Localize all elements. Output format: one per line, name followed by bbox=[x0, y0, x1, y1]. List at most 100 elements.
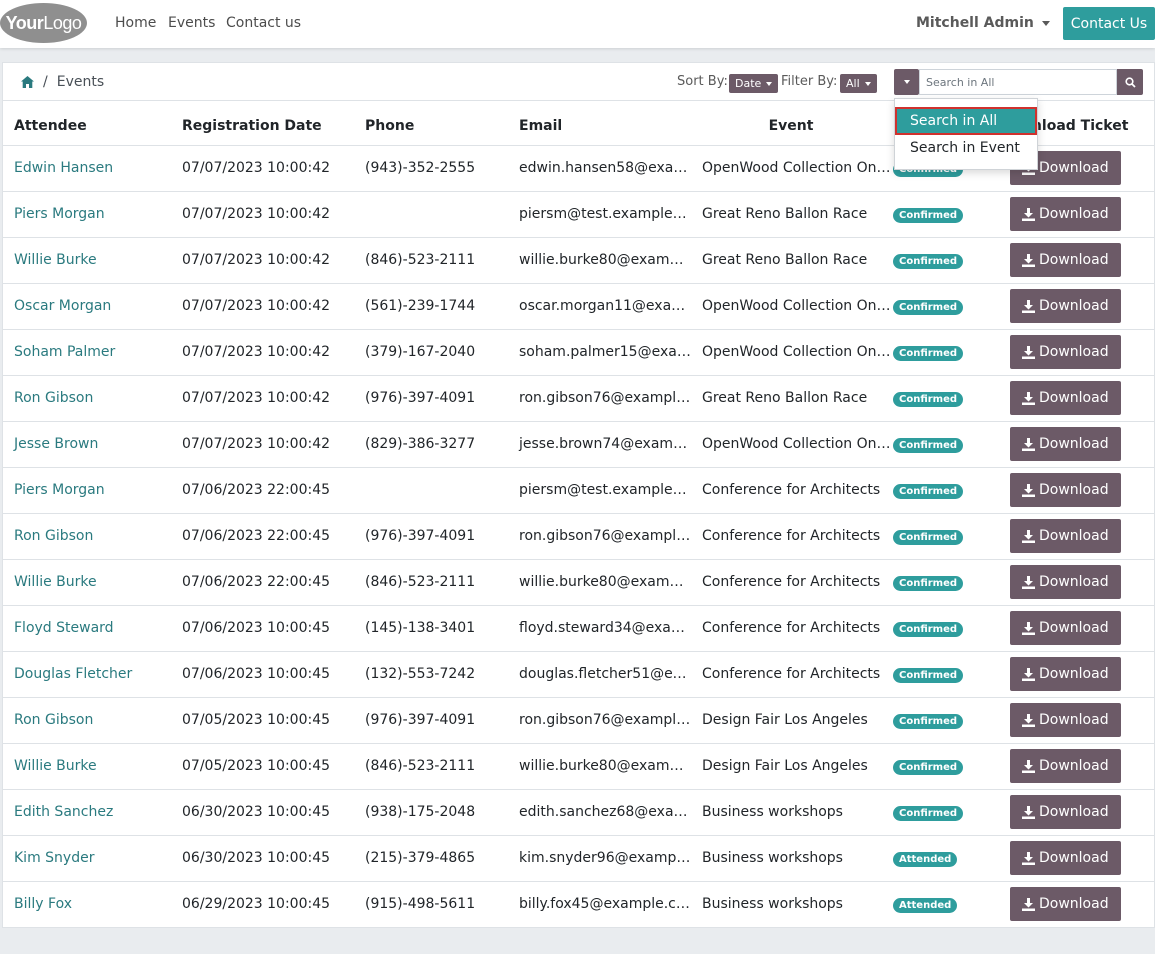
download-button[interactable]: Download bbox=[1010, 795, 1121, 829]
attendee-link[interactable]: Edith Sanchez bbox=[14, 804, 113, 820]
search-button[interactable] bbox=[1117, 69, 1143, 95]
email-cell: douglas.fletcher51@example.com bbox=[508, 651, 691, 698]
email-cell: ron.gibson76@example.com bbox=[508, 513, 691, 560]
attendee-link[interactable]: Billy Fox bbox=[14, 896, 72, 912]
attendee-cell: Willie Burke bbox=[3, 237, 171, 284]
menu-item-search-in-all[interactable]: Search in All bbox=[895, 107, 1037, 135]
attendee-link[interactable]: Willie Burke bbox=[14, 758, 97, 774]
status-badge: Confirmed bbox=[893, 437, 964, 453]
attendee-link[interactable]: Ron Gibson bbox=[14, 528, 93, 544]
event-cell: Great Reno Ballon Race bbox=[691, 237, 891, 284]
status-cell: Confirmed bbox=[891, 421, 1008, 468]
status-badge: Confirmed bbox=[893, 759, 964, 775]
logo[interactable]: Your Logo bbox=[0, 3, 87, 43]
attendees-table: Attendee Registration Date Phone Email E… bbox=[3, 107, 1154, 928]
attendee-link[interactable]: Willie Burke bbox=[14, 252, 97, 268]
event-cell: Business workshops bbox=[691, 835, 891, 882]
sort-value: Date bbox=[735, 77, 762, 90]
download-button[interactable]: Download bbox=[1010, 749, 1121, 783]
sort-dropdown[interactable]: Date bbox=[729, 74, 779, 93]
download-button[interactable]: Download bbox=[1010, 197, 1121, 231]
download-button[interactable]: Download bbox=[1010, 335, 1121, 369]
email-cell: floyd.steward34@example.com bbox=[508, 605, 691, 652]
chevron-down-icon bbox=[903, 80, 910, 84]
email-cell: piersm@test.example.com bbox=[508, 191, 691, 238]
status-badge: Confirmed bbox=[893, 391, 964, 407]
download-button[interactable]: Download bbox=[1010, 565, 1121, 599]
download-button[interactable]: Download bbox=[1010, 289, 1121, 323]
phone-cell: (379)-167-2040 bbox=[354, 329, 508, 376]
download-button[interactable]: Download bbox=[1010, 519, 1121, 553]
download-button[interactable]: Download bbox=[1010, 841, 1121, 875]
download-button[interactable]: Download bbox=[1010, 657, 1121, 691]
nav-contact-us[interactable]: Contact us bbox=[226, 15, 301, 31]
download-label: Download bbox=[1039, 344, 1109, 360]
download-icon bbox=[1022, 805, 1035, 819]
event-cell: Great Reno Ballon Race bbox=[691, 375, 891, 422]
status-cell: Confirmed bbox=[891, 283, 1008, 330]
email-cell: piersm@test.example.com bbox=[508, 467, 691, 514]
attendee-link[interactable]: Jesse Brown bbox=[14, 436, 98, 452]
col-phone: Phone bbox=[354, 107, 508, 146]
contact-us-button[interactable]: Contact Us bbox=[1063, 7, 1155, 40]
menu-item-search-in-event[interactable]: Search in Event bbox=[895, 134, 1037, 162]
attendee-link[interactable]: Soham Palmer bbox=[14, 344, 115, 360]
download-button[interactable]: Download bbox=[1010, 381, 1121, 415]
registration-date-cell: 07/05/2023 10:00:45 bbox=[171, 743, 354, 790]
attendee-link[interactable]: Floyd Steward bbox=[14, 620, 114, 636]
status-badge: Confirmed bbox=[893, 253, 964, 269]
download-cell: Download bbox=[1008, 789, 1154, 836]
attendee-link[interactable]: Douglas Fletcher bbox=[14, 666, 132, 682]
attendee-link[interactable]: Edwin Hansen bbox=[14, 160, 113, 176]
attendee-link[interactable]: Oscar Morgan bbox=[14, 298, 111, 314]
phone-cell: (976)-397-4091 bbox=[354, 375, 508, 422]
phone-cell: (846)-523-2111 bbox=[354, 559, 508, 606]
registration-date-cell: 07/07/2023 10:00:42 bbox=[171, 191, 354, 238]
attendee-link[interactable]: Piers Morgan bbox=[14, 482, 105, 498]
breadcrumb-separator: / bbox=[43, 74, 48, 90]
nav-events[interactable]: Events bbox=[168, 15, 215, 31]
download-cell: Download bbox=[1008, 743, 1154, 790]
registration-date-cell: 07/06/2023 10:00:45 bbox=[171, 651, 354, 698]
status-badge: Confirmed bbox=[893, 667, 964, 683]
registration-date-cell: 07/07/2023 10:00:42 bbox=[171, 145, 354, 192]
user-menu[interactable]: Mitchell Admin bbox=[916, 15, 1050, 31]
download-cell: Download bbox=[1008, 881, 1154, 928]
event-cell: OpenWood Collection Online Reveal bbox=[691, 421, 891, 468]
attendee-link[interactable]: Piers Morgan bbox=[14, 206, 105, 222]
attendee-link[interactable]: Kim Snyder bbox=[14, 850, 94, 866]
table-row: Willie Burke 07/06/2023 22:00:45 (846)-523… bbox=[3, 559, 1154, 606]
table-row: Ron Gibson 07/06/2023 22:00:45 (976)-397-4… bbox=[3, 513, 1154, 560]
event-cell: Business workshops bbox=[691, 881, 891, 928]
download-cell: Download bbox=[1008, 835, 1154, 882]
attendee-link[interactable]: Ron Gibson bbox=[14, 712, 93, 728]
registration-date-cell: 06/29/2023 10:00:45 bbox=[171, 881, 354, 928]
attendee-cell: Piers Morgan bbox=[3, 467, 171, 514]
download-button[interactable]: Download bbox=[1010, 887, 1121, 921]
email-cell: willie.burke80@example.com bbox=[508, 743, 691, 790]
attendee-link[interactable]: Ron Gibson bbox=[14, 390, 93, 406]
phone-cell: (215)-379-4865 bbox=[354, 835, 508, 882]
filter-dropdown[interactable]: All bbox=[840, 74, 877, 93]
home-icon[interactable] bbox=[21, 76, 34, 88]
event-cell: Conference for Architects bbox=[691, 467, 891, 514]
col-event: Event bbox=[691, 107, 891, 146]
download-button[interactable]: Download bbox=[1010, 427, 1121, 461]
download-icon bbox=[1022, 483, 1035, 497]
table-row: Edith Sanchez 06/30/2023 10:00:45 (938)-17… bbox=[3, 789, 1154, 836]
nav-home[interactable]: Home bbox=[115, 15, 156, 31]
chevron-down-icon bbox=[1041, 20, 1050, 26]
attendee-link[interactable]: Willie Burke bbox=[14, 574, 97, 590]
search-input[interactable] bbox=[919, 69, 1117, 95]
event-cell: Great Reno Ballon Race bbox=[691, 191, 891, 238]
attendee-cell: Oscar Morgan bbox=[3, 283, 171, 330]
download-button[interactable]: Download bbox=[1010, 611, 1121, 645]
status-badge: Attended bbox=[893, 897, 958, 913]
download-button[interactable]: Download bbox=[1010, 473, 1121, 507]
download-icon bbox=[1022, 713, 1035, 727]
search-scope-toggle[interactable] bbox=[894, 69, 919, 95]
download-button[interactable]: Download bbox=[1010, 243, 1121, 277]
registration-date-cell: 07/06/2023 22:00:45 bbox=[171, 513, 354, 560]
registration-date-cell: 06/30/2023 10:00:45 bbox=[171, 789, 354, 836]
download-button[interactable]: Download bbox=[1010, 703, 1121, 737]
